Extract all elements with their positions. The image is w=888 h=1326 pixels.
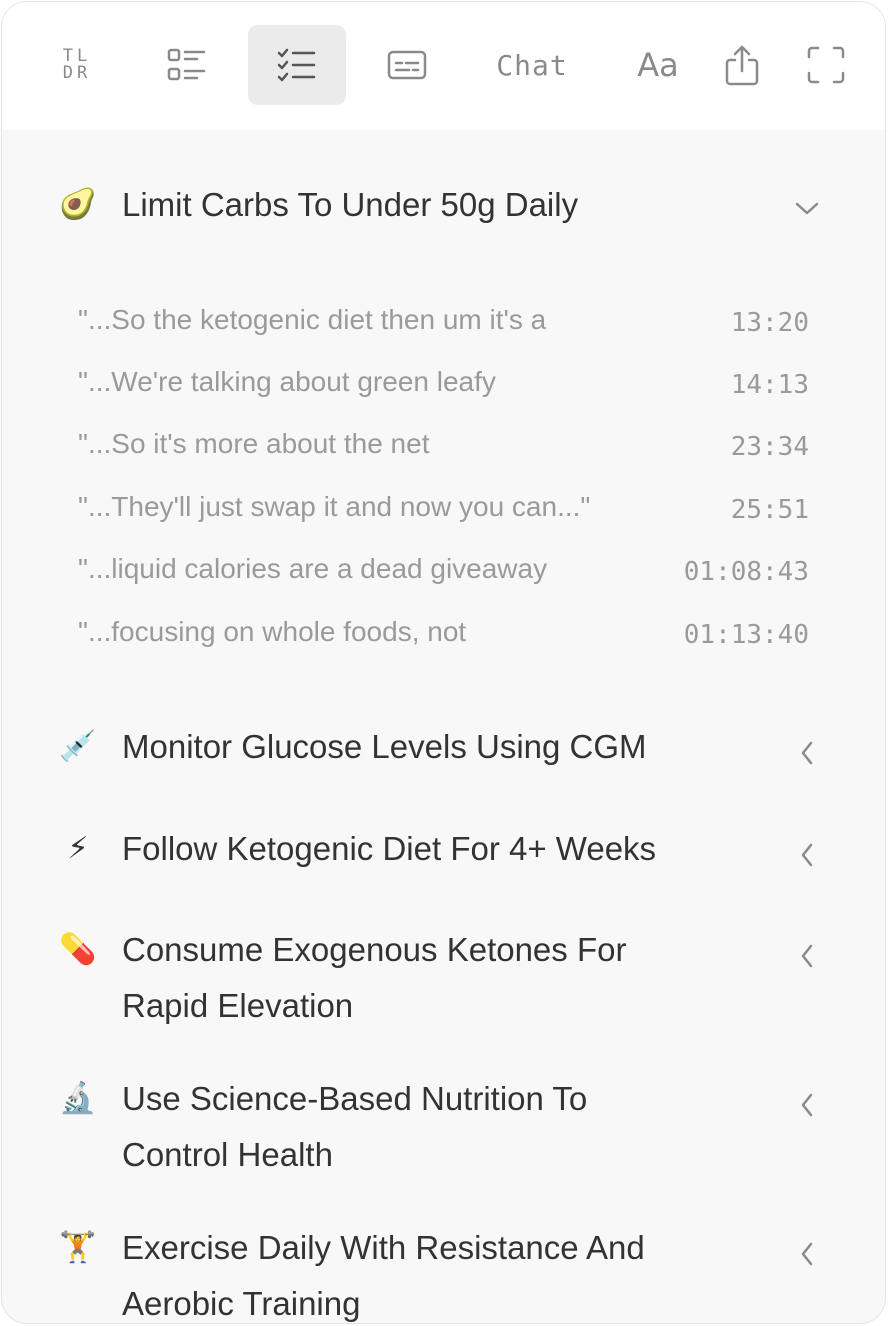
timestamp-link[interactable]: 01:08:43 bbox=[684, 557, 809, 587]
tldr-icon: TL DR bbox=[63, 48, 91, 82]
subtitles-icon bbox=[387, 50, 427, 80]
font-settings-button[interactable]: Aa bbox=[628, 25, 688, 105]
quote-item[interactable]: "...They'll just swap it and now you can… bbox=[78, 491, 590, 523]
quote-item[interactable]: "...We're talking about green leafy bbox=[78, 366, 496, 398]
section-follow-keto[interactable]: ⚡ Follow Ketogenic Diet For 4+ Weeks bbox=[2, 821, 885, 881]
outline-view-button[interactable] bbox=[152, 25, 222, 105]
quote-item[interactable]: "...So it's more about the net bbox=[78, 428, 429, 460]
pill-icon: 💊 bbox=[59, 932, 97, 967]
tldr-button[interactable]: TL DR bbox=[42, 25, 112, 105]
timestamp-link[interactable]: 01:13:40 bbox=[684, 620, 809, 650]
section-exogenous-ketones[interactable]: 💊 Consume Exogenous Ketones For Rapid El… bbox=[2, 922, 885, 1034]
chat-button[interactable]: Chat bbox=[484, 25, 580, 105]
section-limit-carbs[interactable]: 🥑 Limit Carbs To Under 50g Daily bbox=[2, 177, 885, 237]
chevron-left-icon[interactable] bbox=[792, 1090, 822, 1120]
fullscreen-button[interactable] bbox=[798, 25, 854, 105]
lightning-icon: ⚡ bbox=[67, 831, 89, 866]
chevron-left-icon[interactable] bbox=[792, 1239, 822, 1269]
list-icon bbox=[167, 48, 206, 81]
quote-item[interactable]: "...liquid calories are a dead giveaway bbox=[78, 553, 547, 585]
checklist-view-button[interactable] bbox=[248, 25, 346, 105]
checklist-icon bbox=[277, 48, 316, 82]
section-title-line-2: Rapid Elevation bbox=[122, 987, 354, 1024]
section-title-line-1: Consume Exogenous Ketones For bbox=[122, 931, 627, 968]
chevron-left-icon[interactable] bbox=[792, 738, 822, 768]
tldr-label-bottom: DR bbox=[62, 63, 92, 83]
timestamp-link[interactable]: 13:20 bbox=[731, 308, 809, 338]
quote-item[interactable]: "...So the ketogenic diet then um it's a bbox=[78, 304, 546, 336]
section-title-line-2: Control Health bbox=[122, 1136, 333, 1173]
timestamp-link[interactable]: 14:13 bbox=[731, 370, 809, 400]
chevron-down-icon[interactable] bbox=[792, 194, 822, 224]
share-button[interactable] bbox=[714, 25, 770, 105]
quote-item[interactable]: "...focusing on whole foods, not bbox=[78, 616, 466, 648]
chat-label: Chat bbox=[496, 48, 568, 82]
section-title: Monitor Glucose Levels Using CGM bbox=[122, 728, 647, 765]
section-science-nutrition[interactable]: 🔬 Use Science-Based Nutrition To Control… bbox=[2, 1071, 885, 1183]
timestamp-link[interactable]: 25:51 bbox=[731, 495, 809, 525]
section-title: Follow Ketogenic Diet For 4+ Weeks bbox=[122, 830, 657, 867]
section-title: Limit Carbs To Under 50g Daily bbox=[122, 186, 579, 223]
section-title-line-2: Aerobic Training bbox=[122, 1285, 361, 1322]
fullscreen-icon bbox=[807, 46, 845, 84]
timestamp-link[interactable]: 23:34 bbox=[731, 432, 809, 462]
summary-panel: TL DR Chat Aa 🥑 Limit Carbs To Under 50g… bbox=[1, 1, 886, 1324]
font-icon: Aa bbox=[637, 46, 679, 84]
section-monitor-glucose[interactable]: 💉 Monitor Glucose Levels Using CGM bbox=[2, 719, 885, 779]
section-exercise-daily[interactable]: 🏋 Exercise Daily With Resistance And Aer… bbox=[2, 1220, 885, 1323]
microscope-icon: 🔬 bbox=[59, 1081, 97, 1116]
section-title-line-1: Exercise Daily With Resistance And bbox=[122, 1229, 645, 1266]
syringe-icon: 💉 bbox=[59, 729, 97, 764]
toolbar: TL DR Chat Aa bbox=[2, 2, 885, 130]
weightlifter-icon: 🏋 bbox=[59, 1230, 97, 1265]
chevron-left-icon[interactable] bbox=[792, 941, 822, 971]
avocado-icon: 🥑 bbox=[59, 187, 97, 222]
transcript-view-button[interactable] bbox=[372, 25, 442, 105]
section-title-line-1: Use Science-Based Nutrition To bbox=[122, 1080, 588, 1117]
share-icon bbox=[725, 45, 759, 86]
chevron-left-icon[interactable] bbox=[792, 840, 822, 870]
